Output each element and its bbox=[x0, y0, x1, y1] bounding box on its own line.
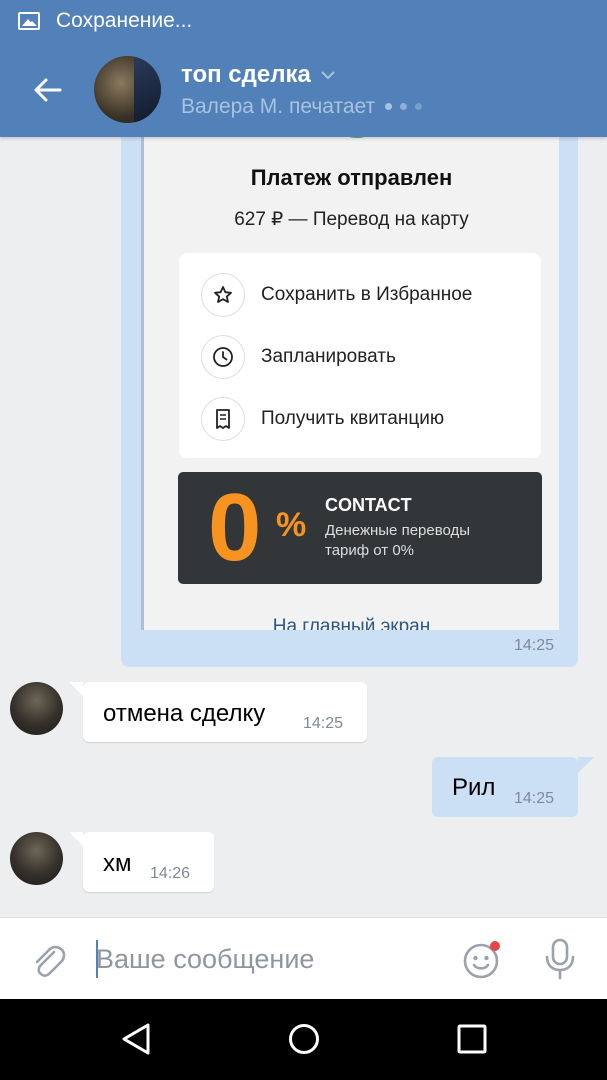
action-receipt: Получить квитанцию bbox=[201, 397, 444, 441]
outgoing-message[interactable]: Рил 14:25 bbox=[432, 757, 594, 817]
actions-card: Сохранить в Избранное Запланировать Полу… bbox=[179, 253, 541, 458]
chat-title: топ сделка bbox=[181, 60, 311, 88]
action-schedule: Запланировать bbox=[201, 335, 396, 379]
message-time: 14:25 bbox=[303, 715, 344, 732]
chat-header: топ сделка Валера М. печатает bbox=[0, 42, 607, 137]
promo-line2: тариф от 0% bbox=[325, 542, 415, 559]
microphone-icon[interactable] bbox=[543, 938, 577, 980]
sender-avatar[interactable] bbox=[10, 682, 63, 735]
message-text: отмена сделку bbox=[103, 700, 266, 727]
chevron-down-icon bbox=[321, 70, 335, 79]
message-text: хм bbox=[103, 850, 132, 877]
receipt-icon bbox=[201, 397, 245, 441]
home-screen-link: На главный экран bbox=[272, 616, 431, 630]
message-time: 14:25 bbox=[514, 637, 555, 654]
image-icon bbox=[18, 12, 40, 30]
action-label: Получить квитанцию bbox=[261, 408, 445, 429]
payment-subtitle: 627 ₽ — Перевод на карту bbox=[234, 209, 469, 230]
promo-title: CONTACT bbox=[325, 495, 412, 515]
typing-status: Валера М. печатает bbox=[181, 94, 376, 118]
sender-avatar[interactable] bbox=[10, 832, 63, 885]
promo-percent: % bbox=[276, 506, 307, 544]
message-time: 14:26 bbox=[150, 865, 191, 882]
clock-icon bbox=[201, 335, 245, 379]
nav-back-icon[interactable] bbox=[118, 1021, 154, 1057]
attach-icon[interactable] bbox=[30, 940, 66, 980]
incoming-message[interactable]: отмена сделку 14:25 bbox=[69, 682, 367, 742]
message-text: Рил bbox=[452, 774, 496, 801]
arrow-left-icon bbox=[34, 78, 62, 101]
status-bar: Сохранение... bbox=[0, 0, 607, 42]
message-input[interactable] bbox=[96, 934, 446, 984]
action-save-favorites: Сохранить в Избранное bbox=[201, 273, 472, 317]
star-icon bbox=[201, 273, 245, 317]
attached-screenshot[interactable]: Платеж отправлен 627 ₽ — Перевод на карт… bbox=[141, 110, 559, 630]
action-label: Сохранить в Избранное bbox=[261, 284, 473, 305]
payment-title: Платеж отправлен bbox=[250, 165, 453, 190]
nav-home-icon[interactable] bbox=[286, 1021, 322, 1057]
chat-info[interactable]: топ сделка Валера М. печатает bbox=[181, 61, 430, 119]
action-label: Запланировать bbox=[261, 346, 396, 367]
message-time: 14:25 bbox=[514, 790, 555, 807]
nav-recents-icon[interactable] bbox=[454, 1021, 490, 1057]
message-composer bbox=[0, 917, 607, 999]
back-button[interactable] bbox=[30, 72, 66, 108]
contact-promo-banner: 0 % CONTACT Денежные переводы тариф от 0… bbox=[178, 472, 542, 584]
status-text: Сохранение... bbox=[56, 9, 193, 32]
promo-line1: Денежные переводы bbox=[325, 522, 471, 539]
incoming-message[interactable]: хм 14:26 bbox=[69, 832, 214, 892]
typing-dots-icon bbox=[385, 103, 430, 110]
promo-zero: 0 bbox=[208, 474, 262, 581]
system-navigation-bar bbox=[0, 999, 607, 1080]
emoji-icon[interactable] bbox=[462, 940, 502, 980]
chat-avatar[interactable] bbox=[94, 56, 161, 123]
